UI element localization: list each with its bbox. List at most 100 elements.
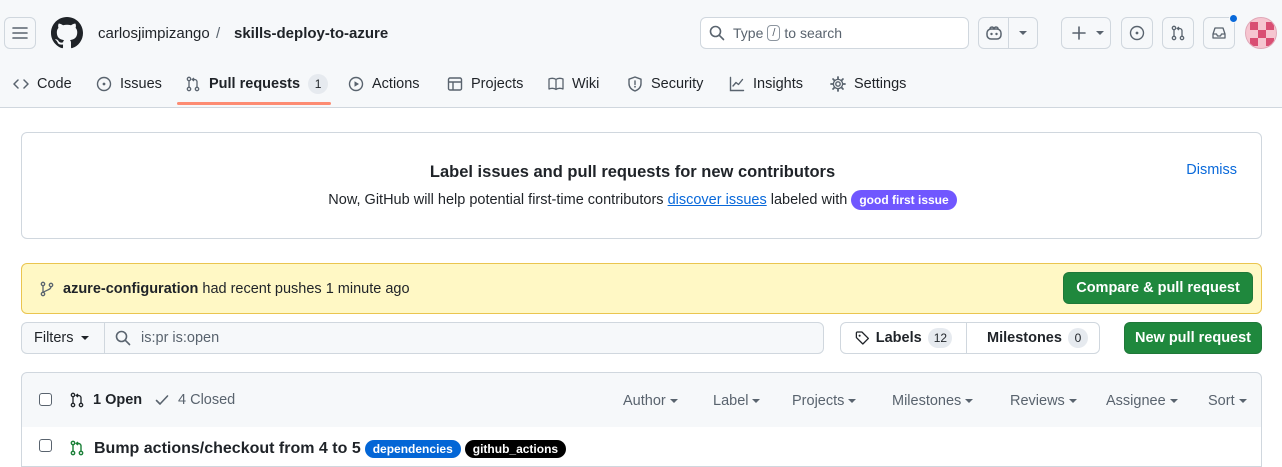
tab-insights[interactable]: Insights: [729, 64, 803, 104]
issues-shortcut-button[interactable]: [1121, 17, 1153, 49]
avatar[interactable]: [1245, 17, 1277, 49]
reviews-filter[interactable]: Reviews: [1010, 393, 1077, 409]
breadcrumb-separator: /: [216, 25, 221, 42]
reviews-filter-label: Reviews: [1010, 393, 1065, 409]
tab-issues[interactable]: Issues: [96, 64, 162, 104]
copilot-icon[interactable]: [979, 18, 1008, 48]
pull-request-title-row: Bump actions/checkout from 4 to 5 depend…: [94, 440, 567, 458]
chevron-down-icon: [965, 399, 974, 403]
top-bar: carlosjimpizango / skills-deploy-to-azur…: [0, 0, 1282, 64]
github-logo-icon[interactable]: [51, 17, 83, 49]
hamburger-menu-button[interactable]: [4, 17, 36, 49]
new-pull-request-button[interactable]: New pull request: [1124, 322, 1262, 354]
pull-requests-shortcut-button[interactable]: [1162, 17, 1194, 49]
check-icon: [155, 395, 169, 405]
breadcrumb-owner[interactable]: carlosjimpizango: [98, 24, 210, 44]
tab-projects[interactable]: Projects: [447, 64, 523, 104]
chevron-down-icon: [81, 336, 90, 340]
search-placeholder-prefix: Type: [733, 25, 764, 41]
author-filter-label: Author: [623, 393, 666, 409]
labels-milestones-group: Labels 12 Milestones 0: [840, 322, 1100, 354]
banner-text-prefix: Now, GitHub will help potential first-ti…: [328, 192, 664, 208]
label-github-actions[interactable]: github_actions: [464, 440, 567, 458]
label-filter-label: Label: [713, 393, 749, 409]
label-dependencies[interactable]: dependencies: [364, 440, 461, 458]
tab-settings[interactable]: Settings: [830, 64, 906, 104]
open-count: 1 Open: [93, 392, 143, 408]
select-all-checkbox[interactable]: [39, 393, 52, 406]
push-message-text: had recent pushes 1 minute ago: [202, 281, 410, 297]
discover-issues-link[interactable]: discover issues: [668, 192, 767, 208]
sort-filter[interactable]: Sort: [1208, 393, 1247, 409]
author-filter[interactable]: Author: [623, 393, 678, 409]
sort-filter-label: Sort: [1208, 393, 1235, 409]
good-first-issue-label: good first issue: [851, 190, 957, 210]
pushed-branch-name[interactable]: azure-configuration: [63, 281, 198, 297]
open-filter[interactable]: 1 Open: [69, 392, 142, 408]
repo-header: carlosjimpizango / skills-deploy-to-azur…: [0, 0, 1282, 108]
search-shortcut-key: /: [767, 25, 781, 41]
tab-pull-requests[interactable]: Pull requests 1: [185, 64, 329, 104]
git-pull-request-icon: [1171, 25, 1185, 41]
new-contributors-banner: Label issues and pull requests for new c…: [21, 132, 1262, 239]
tab-wiki-label: Wiki: [572, 76, 600, 92]
hamburger-icon: [12, 27, 28, 39]
search-icon: [115, 330, 131, 346]
tab-insights-label: Insights: [753, 76, 803, 92]
milestones-button[interactable]: Milestones 0: [967, 323, 1099, 353]
label-filter[interactable]: Label: [713, 393, 761, 409]
chevron-down-icon: [1169, 399, 1178, 403]
tab-pull-requests-label: Pull requests: [209, 76, 301, 92]
chevron-down-icon: [1096, 18, 1110, 48]
closed-count: 4 Closed: [178, 392, 236, 408]
pull-request-list-header: 1 Open 4 Closed Author Label Projects Mi…: [21, 372, 1262, 428]
milestones-filter[interactable]: Milestones: [892, 393, 974, 409]
milestones-count: 0: [1067, 328, 1088, 348]
closed-filter[interactable]: 4 Closed: [154, 392, 235, 408]
milestones-filter-label: Milestones: [892, 393, 962, 409]
assignee-filter[interactable]: Assignee: [1106, 393, 1178, 409]
notification-dot: [1229, 14, 1238, 23]
projects-filter[interactable]: Projects: [792, 393, 857, 409]
tab-actions[interactable]: Actions: [348, 64, 420, 104]
tab-security-label: Security: [651, 76, 704, 92]
play-icon: [348, 76, 364, 92]
gear-icon: [830, 76, 846, 92]
issue-opened-icon: [1129, 25, 1145, 41]
compare-and-pull-request-button[interactable]: Compare & pull request: [1063, 272, 1253, 304]
search-placeholder-suffix: to search: [784, 25, 843, 41]
book-icon: [548, 77, 564, 91]
tab-security[interactable]: Security: [627, 64, 703, 104]
tab-code[interactable]: Code: [13, 64, 72, 104]
issue-opened-icon: [96, 76, 112, 92]
chevron-down-icon: [1068, 399, 1077, 403]
banner-title: Label issues and pull requests for new c…: [429, 163, 836, 181]
assignee-filter-label: Assignee: [1106, 393, 1166, 409]
banner-text: Now, GitHub will help potential first-ti…: [22, 190, 1263, 210]
pull-request-title-link[interactable]: Bump actions/checkout from 4 to 5: [94, 440, 361, 458]
row-checkbox[interactable]: [39, 439, 52, 452]
search-filter-query: is:pr is:open: [141, 330, 220, 346]
push-message: azure-configuration had recent pushes 1 …: [63, 281, 410, 297]
milestones-label: Milestones: [987, 330, 1062, 346]
tab-projects-label: Projects: [471, 76, 524, 92]
code-icon: [13, 79, 29, 89]
create-new-button[interactable]: [1061, 17, 1111, 49]
chevron-down-icon: [848, 399, 857, 403]
graph-icon: [729, 76, 745, 92]
search-filter-input[interactable]: is:pr is:open: [104, 322, 824, 354]
search-input[interactable]: Type / to search: [700, 17, 969, 49]
copilot-dropdown-chevron-icon[interactable]: [1009, 18, 1037, 48]
git-pull-request-icon: [186, 76, 200, 92]
filters-dropdown-button[interactable]: Filters: [21, 322, 104, 354]
tab-wiki[interactable]: Wiki: [548, 64, 599, 104]
tab-issues-label: Issues: [120, 76, 162, 92]
labels-count: 12: [927, 328, 952, 348]
table-row: Bump actions/checkout from 4 to 5 depend…: [21, 427, 1262, 467]
active-tab-indicator: [177, 102, 331, 105]
labels-button[interactable]: Labels 12: [841, 323, 966, 353]
breadcrumb-repo[interactable]: skills-deploy-to-azure: [234, 24, 388, 44]
dismiss-button[interactable]: Dismiss: [1186, 162, 1237, 178]
chevron-down-icon: [669, 399, 678, 403]
copilot-button[interactable]: [978, 17, 1038, 49]
